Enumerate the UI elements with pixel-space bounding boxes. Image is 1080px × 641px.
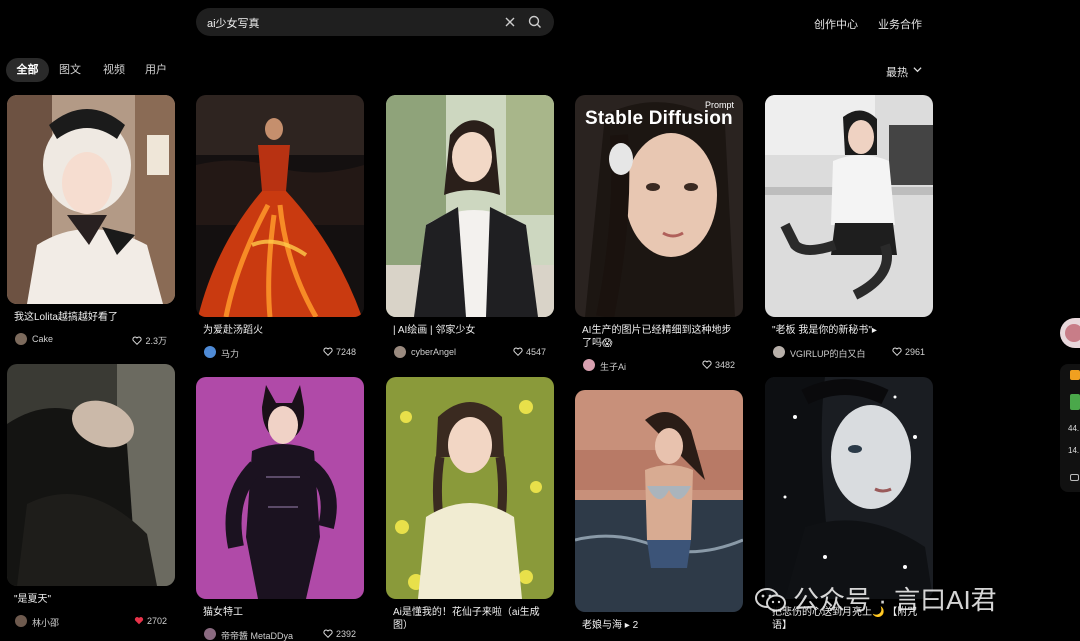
avatar[interactable] <box>15 333 27 345</box>
heart-icon <box>702 360 712 369</box>
post-title[interactable]: AI生产的图片已经精细到这种地步了吗😱 <box>575 324 743 350</box>
like-count-value: 4547 <box>525 347 546 357</box>
heart-icon-filled <box>134 617 144 625</box>
post-title[interactable]: 猫女特工 <box>196 606 364 619</box>
heart-icon <box>513 347 523 356</box>
post-author[interactable]: Cake <box>32 334 53 344</box>
heart-icon <box>323 347 333 356</box>
post-card[interactable]: 我这Lolita越搞越好看了 Cake 2.3万 <box>7 95 175 346</box>
post-card[interactable]: "是夏天" 林小邵 2702 <box>7 364 175 628</box>
post-card[interactable]: 老娘与海 ▸ 2 <box>575 390 743 632</box>
like-count[interactable]: 2961 <box>892 347 925 357</box>
post-image[interactable] <box>386 377 554 599</box>
overlay-title: Stable Diffusion <box>585 108 733 129</box>
like-count[interactable]: 2.3万 <box>132 334 167 347</box>
post-image[interactable] <box>575 390 743 612</box>
like-count-value: 7248 <box>335 347 356 357</box>
post-author[interactable]: 马力 <box>221 347 239 360</box>
side-stat: 44. <box>1068 424 1080 433</box>
avatar[interactable] <box>15 615 27 627</box>
avatar[interactable] <box>204 628 216 640</box>
post-author[interactable]: 林小邵 <box>32 616 59 629</box>
post-image[interactable] <box>196 95 364 317</box>
post-image[interactable] <box>7 364 175 586</box>
like-count-value: 3482 <box>714 360 735 370</box>
post-image[interactable]: Stable Diffusion Prompt <box>575 95 743 317</box>
post-card[interactable]: 猫女特工 帝帝醬 MetaDDya 2392 <box>196 377 364 641</box>
like-count[interactable]: 4547 <box>513 347 546 357</box>
post-title[interactable]: 老娘与海 ▸ 2 <box>575 619 743 632</box>
camera-icon <box>1070 474 1079 481</box>
post-author[interactable]: 帝帝醬 MetaDDya <box>221 629 293 641</box>
post-title[interactable]: | AI绘画 | 邻家少女 <box>386 324 554 337</box>
like-count-value: 2.3万 <box>145 336 167 346</box>
watermark-text: 公众号 · 言曰AI君 <box>793 585 997 615</box>
overlay-tag: Prompt <box>704 100 734 110</box>
chevron-down-icon <box>913 67 922 73</box>
sort-dropdown[interactable]: 最热 <box>886 64 922 80</box>
post-image[interactable] <box>196 377 364 599</box>
chart-icon <box>1070 394 1080 410</box>
search-bar[interactable]: ai少女写真 <box>196 8 554 36</box>
like-count-value: 2702 <box>146 616 167 626</box>
post-card[interactable]: Stable Diffusion Prompt AI生产的图片已经精细到这种地步… <box>575 95 743 372</box>
like-count-value: 2961 <box>904 347 925 357</box>
side-stat: 14. <box>1068 446 1080 455</box>
nav-creator-center[interactable]: 创作中心 <box>814 16 858 32</box>
post-card[interactable]: | AI绘画 | 邻家少女 cyberAngel 4547 <box>386 95 554 359</box>
wechat-icon <box>755 588 786 612</box>
like-count-value: 2392 <box>335 629 356 639</box>
like-count[interactable]: 2392 <box>323 629 356 639</box>
tab-user[interactable]: 用户 <box>142 58 170 82</box>
post-author[interactable]: 生子Ai <box>600 360 626 373</box>
avatar[interactable] <box>394 346 406 358</box>
tab-all[interactable]: 全部 <box>6 58 49 82</box>
tab-image-text[interactable]: 图文 <box>56 58 84 82</box>
clear-icon[interactable] <box>502 14 518 30</box>
post-author[interactable]: VGIRLUP的白又白 <box>790 347 866 360</box>
post-card[interactable]: "老板 我是你的新秘书"▸ VGIRLUP的白又白 2961 <box>765 95 933 359</box>
tab-video[interactable]: 视频 <box>100 58 128 82</box>
search-icon[interactable] <box>527 14 543 30</box>
post-title[interactable]: 我这Lolita越搞越好看了 <box>7 311 175 324</box>
nav-business[interactable]: 业务合作 <box>878 16 922 32</box>
post-title[interactable]: Ai是懂我的！花仙子来啦（ai生成图） <box>386 606 554 632</box>
avatar[interactable] <box>583 359 595 371</box>
floating-avatar[interactable] <box>1060 318 1080 348</box>
post-image[interactable] <box>765 95 933 317</box>
post-title[interactable]: 为爱赴汤蹈火 <box>196 324 364 337</box>
post-title[interactable]: "是夏天" <box>7 593 175 606</box>
avatar[interactable] <box>773 346 785 358</box>
side-widget[interactable]: 44. 14. <box>1060 364 1080 492</box>
heart-icon <box>323 629 333 638</box>
like-count[interactable]: 3482 <box>702 360 735 370</box>
heart-icon <box>132 336 143 345</box>
post-title[interactable]: "老板 我是你的新秘书"▸ <box>765 324 933 337</box>
post-image[interactable] <box>765 377 933 599</box>
watermark: 公众号 · 言曰AI君 <box>755 580 997 617</box>
heart-icon <box>892 347 902 356</box>
like-count[interactable]: 2702 <box>134 616 167 626</box>
avatar[interactable] <box>204 346 216 358</box>
sort-label: 最热 <box>886 67 908 79</box>
badge-icon <box>1070 370 1080 380</box>
post-card[interactable]: Ai是懂我的！花仙子来啦（ai生成图） <box>386 377 554 632</box>
post-card[interactable]: 为爱赴汤蹈火 马力 7248 <box>196 95 364 359</box>
post-image[interactable] <box>386 95 554 317</box>
search-input[interactable]: ai少女写真 <box>207 15 260 31</box>
avatar <box>1065 324 1080 342</box>
post-image[interactable] <box>7 95 175 304</box>
post-author[interactable]: cyberAngel <box>411 347 456 357</box>
like-count[interactable]: 7248 <box>323 347 356 357</box>
